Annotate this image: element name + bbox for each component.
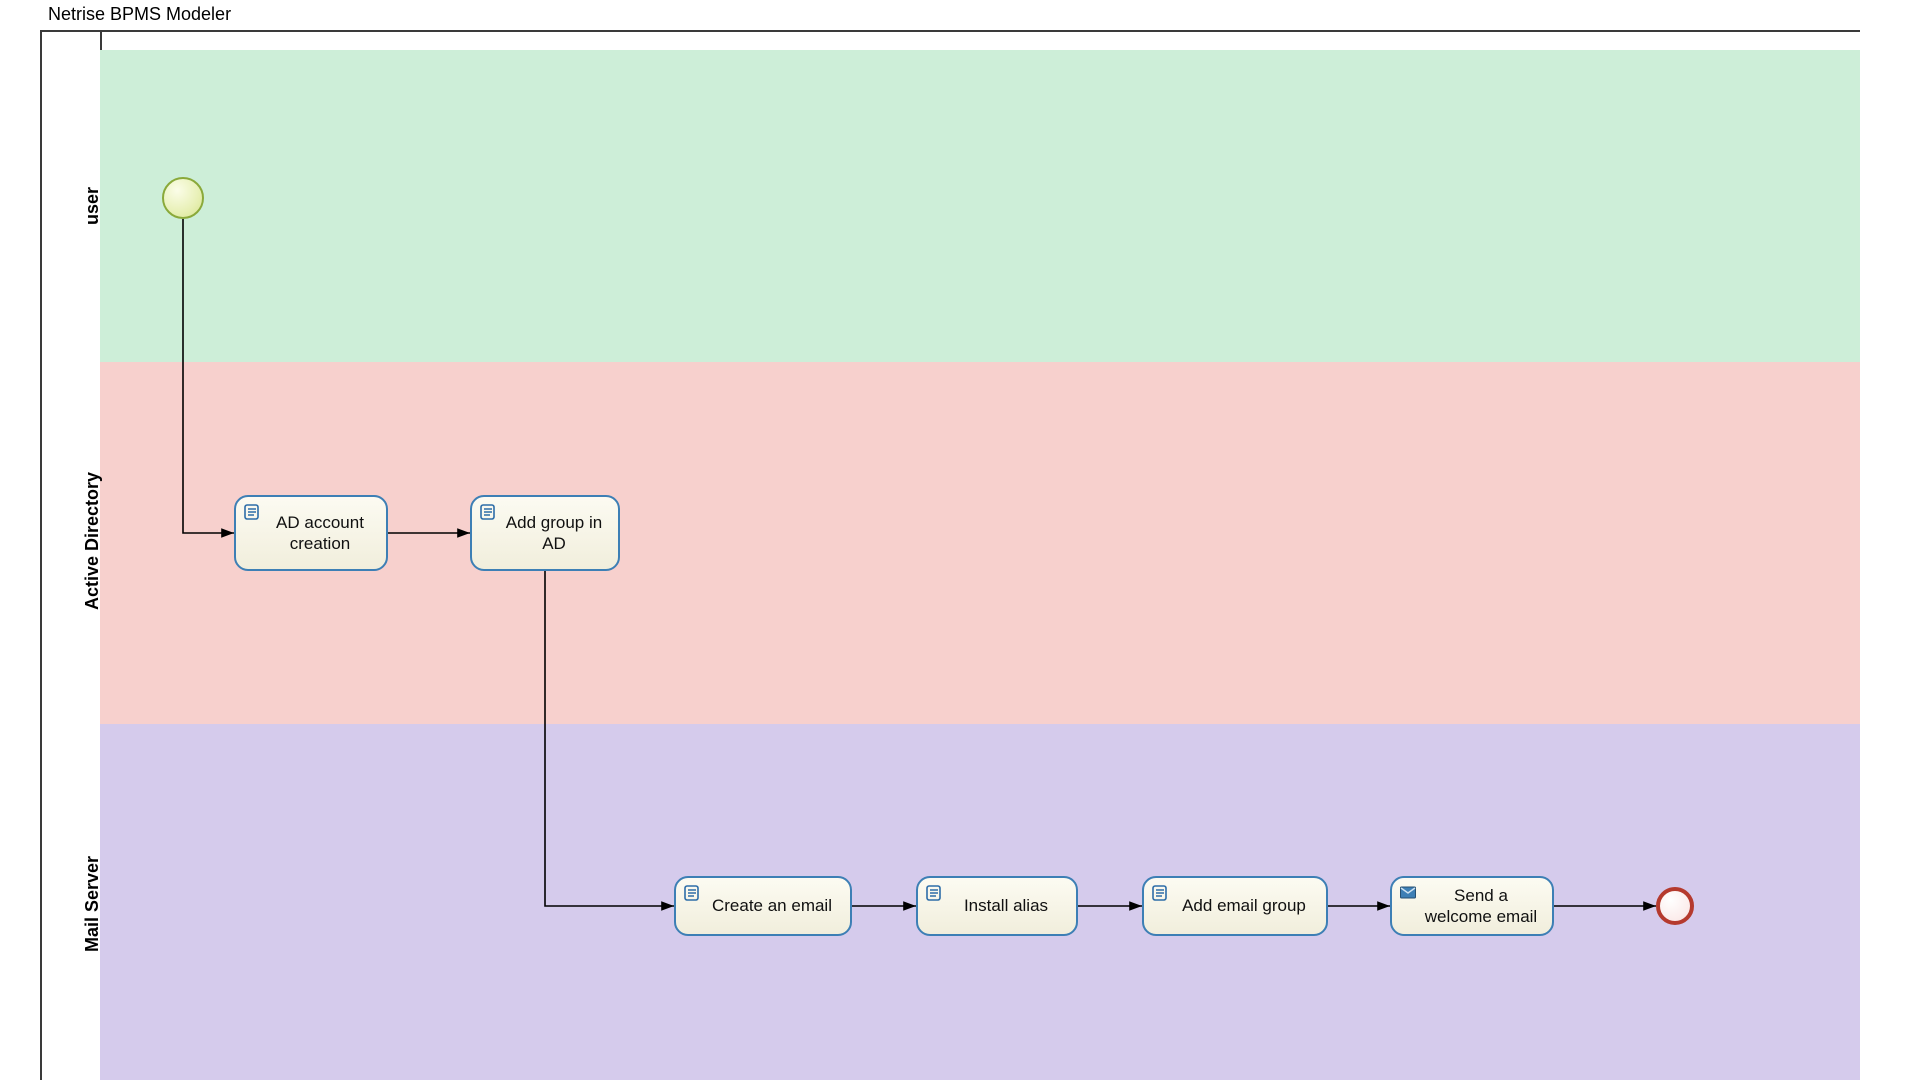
lane-label-ad: Active Directory <box>82 472 103 610</box>
script-icon <box>479 503 497 521</box>
message-icon <box>1399 884 1417 902</box>
task-send-welcome-email[interactable]: Send a welcome email <box>1390 876 1554 936</box>
lane-label-mail: Mail Server <box>82 856 103 952</box>
lane-user[interactable] <box>100 50 1860 362</box>
task-install-alias[interactable]: Install alias <box>916 876 1078 936</box>
task-label: Add group in AD <box>500 512 608 555</box>
task-label: Add email group <box>1172 895 1316 916</box>
script-icon <box>1151 884 1169 902</box>
end-event[interactable] <box>1656 887 1694 925</box>
lane-label-user: user <box>82 187 103 225</box>
task-add-group-in-ad[interactable]: Add group in AD <box>470 495 620 571</box>
script-icon <box>925 884 943 902</box>
bpmn-canvas[interactable]: Netrise BPMS Modeler user Active Directo… <box>0 0 1920 1080</box>
task-ad-account-creation[interactable]: AD account creation <box>234 495 388 571</box>
pool-title: Netrise BPMS Modeler <box>48 4 231 25</box>
pool-border-top <box>40 30 1860 32</box>
task-create-an-email[interactable]: Create an email <box>674 876 852 936</box>
script-icon <box>243 503 261 521</box>
task-label: Create an email <box>704 895 840 916</box>
script-icon <box>683 884 701 902</box>
pool-border-outer <box>40 30 42 1080</box>
task-label: Send a welcome email <box>1420 885 1542 928</box>
task-label: Install alias <box>946 895 1066 916</box>
task-label: AD account creation <box>264 512 376 555</box>
start-event[interactable] <box>162 177 204 219</box>
task-add-email-group[interactable]: Add email group <box>1142 876 1328 936</box>
